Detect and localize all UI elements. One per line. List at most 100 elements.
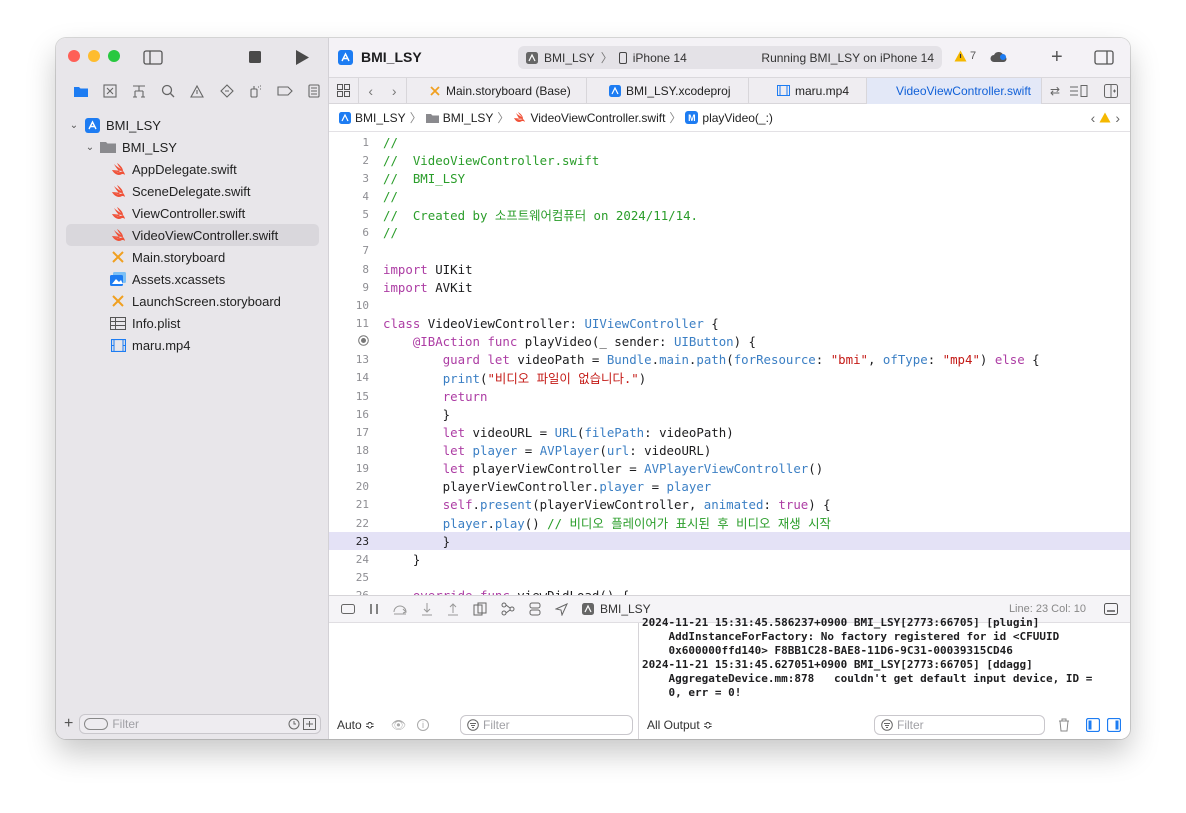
breadcrumb-item[interactable]: BMI_LSY	[443, 111, 494, 125]
debug-navigator-tab[interactable]	[241, 81, 270, 101]
line-number[interactable]: 22	[329, 517, 369, 530]
split-editor-icon[interactable]	[1104, 83, 1119, 98]
code-line[interactable]: 9 import AVKit	[329, 278, 1130, 296]
step-out-icon[interactable]	[447, 602, 459, 616]
line-number[interactable]: 13	[329, 353, 369, 366]
close-window-button[interactable]	[68, 50, 80, 62]
code-line[interactable]: 18 let player = AVPlayer(url: videoURL)	[329, 441, 1130, 459]
view-hierarchy-icon[interactable]	[473, 602, 487, 616]
line-number[interactable]: 20	[329, 480, 369, 493]
tree-item-file[interactable]: LaunchScreen.storyboard	[56, 290, 329, 312]
tree-item-file-selected[interactable]: VideoViewController.swift	[66, 224, 319, 246]
show-console-icon[interactable]	[1107, 718, 1121, 732]
console-output[interactable]: 2024-11-21 15:31:45.586237+0900 BMI_LSY[…	[640, 616, 1130, 704]
line-number[interactable]	[329, 334, 369, 349]
line-number[interactable]: 15	[329, 390, 369, 403]
warning-icon[interactable]	[1099, 112, 1111, 123]
code-line[interactable]: 19 let playerViewController = AVPlayerVi…	[329, 460, 1130, 478]
pause-icon[interactable]	[369, 603, 379, 615]
navigator-filter-input[interactable]: Filter	[79, 714, 321, 734]
tree-item-file[interactable]: Assets.xcassets	[56, 268, 329, 290]
code-line[interactable]: 23 }	[329, 532, 1130, 551]
tree-item-file[interactable]: Info.plist	[56, 312, 329, 334]
memory-graph-icon[interactable]	[501, 602, 515, 616]
line-number[interactable]: 8	[329, 263, 369, 276]
issue-navigator-tab[interactable]	[183, 81, 212, 101]
toggle-sidebar-button[interactable]	[141, 46, 165, 68]
tab-main-storyboard[interactable]: Main.storyboard (Base)	[407, 77, 587, 104]
breakpoint-navigator-tab[interactable]	[271, 81, 300, 101]
filter-options-icon[interactable]	[84, 718, 109, 730]
activity-viewer[interactable]: BMI_LSY 〉 iPhone 14 Running BMI_LSY on i…	[518, 46, 942, 69]
minimize-window-button[interactable]	[88, 50, 100, 62]
tree-item-file[interactable]: Main.storyboard	[56, 246, 329, 268]
line-number[interactable]: 18	[329, 444, 369, 457]
code-line[interactable]: 17 let videoURL = URL(filePath: videoPat…	[329, 423, 1130, 441]
add-file-button[interactable]: +	[64, 715, 73, 733]
breadcrumb-item[interactable]: BMI_LSY	[355, 111, 406, 125]
related-items-icon[interactable]: ⇄	[1050, 84, 1060, 98]
add-library-button[interactable]: +	[1051, 47, 1063, 67]
hide-debug-area-icon[interactable]	[341, 604, 355, 614]
stop-button[interactable]	[243, 46, 267, 68]
line-number[interactable]: 17	[329, 426, 369, 439]
tree-item-file[interactable]: maru.mp4	[56, 334, 329, 356]
editor-options-icon[interactable]	[1070, 84, 1088, 97]
toggle-inspector-button[interactable]	[1094, 50, 1114, 65]
chevron-right-icon[interactable]: ›	[392, 83, 397, 99]
code-line[interactable]: 1 //	[329, 133, 1130, 151]
code-line[interactable]: 26 override func viewDidLoad() {	[329, 587, 1130, 595]
code-line[interactable]: 6 //	[329, 224, 1130, 242]
chevron-left-icon[interactable]: ‹	[368, 83, 373, 99]
line-number[interactable]: 6	[329, 226, 369, 239]
tab-video-view-controller[interactable]: VideoViewController.swift	[867, 77, 1042, 104]
code-line[interactable]: 5 // Created by 소프트웨어컴퓨터 on 2024/11/14.	[329, 206, 1130, 224]
show-variables-icon[interactable]	[1086, 718, 1100, 732]
tree-item-file[interactable]: ViewController.swift	[56, 202, 329, 224]
variables-scope-selector[interactable]: Auto ≎	[337, 718, 375, 732]
variables-filter-input[interactable]: Filter	[460, 715, 633, 735]
grid-view-button[interactable]	[329, 77, 359, 104]
line-number[interactable]: 10	[329, 299, 369, 312]
output-selector[interactable]: All Output ≎	[647, 718, 713, 732]
line-number[interactable]: 3	[329, 172, 369, 185]
chevron-down-icon[interactable]: ⌄	[68, 120, 80, 131]
line-number[interactable]: 7	[329, 244, 369, 257]
trash-icon[interactable]	[1058, 718, 1070, 732]
test-navigator-tab[interactable]	[212, 81, 241, 101]
warnings-indicator[interactable]: 7	[954, 50, 976, 62]
code-line[interactable]: 4 //	[329, 187, 1130, 205]
source-control-filter-icon[interactable]	[303, 718, 316, 730]
code-line[interactable]: 22 player.play() // 비디오 플레이어가 표시된 후 비디오 …	[329, 514, 1130, 532]
line-number[interactable]: 2	[329, 154, 369, 167]
line-number[interactable]: 25	[329, 571, 369, 584]
line-number[interactable]: 9	[329, 281, 369, 294]
tab-xcodeproj[interactable]: BMI_LSY.xcodeproj	[587, 77, 749, 104]
code-line[interactable]: 11 class VideoViewController: UIViewContr…	[329, 314, 1130, 332]
project-navigator-tab[interactable]	[66, 81, 95, 101]
breadcrumb-item[interactable]: playVideo(_:)	[702, 111, 773, 125]
toggle-console-icon[interactable]	[1104, 603, 1118, 615]
code-line[interactable]: 14 print("비디오 파일이 없습니다.")	[329, 369, 1130, 387]
chevron-down-icon[interactable]: ⌄	[84, 142, 96, 153]
line-number[interactable]: 16	[329, 408, 369, 421]
code-line[interactable]: 21 self.present(playerViewController, an…	[329, 496, 1130, 514]
console-filter-input[interactable]: Filter	[874, 715, 1045, 735]
breadcrumb-item[interactable]: VideoViewController.swift	[530, 111, 665, 125]
chevron-left-icon[interactable]: ‹	[1091, 110, 1096, 126]
symbol-navigator-tab[interactable]	[124, 81, 153, 101]
debug-target[interactable]: BMI_LSY	[582, 602, 651, 616]
code-line[interactable]: 24 }	[329, 550, 1130, 568]
source-control-tab[interactable]	[95, 81, 124, 101]
code-line[interactable]: 10	[329, 296, 1130, 314]
line-number[interactable]: 23	[329, 535, 369, 548]
line-number[interactable]: 1	[329, 136, 369, 149]
report-navigator-tab[interactable]	[300, 81, 329, 101]
code-line[interactable]: 2 // VideoViewController.swift	[329, 151, 1130, 169]
line-number[interactable]: 11	[329, 317, 369, 330]
code-line[interactable]: 20 playerViewController.player = player	[329, 478, 1130, 496]
step-over-icon[interactable]	[393, 603, 407, 615]
cloud-status[interactable]	[990, 51, 1008, 63]
info-icon[interactable]: i	[417, 719, 429, 731]
line-number[interactable]: 21	[329, 498, 369, 511]
